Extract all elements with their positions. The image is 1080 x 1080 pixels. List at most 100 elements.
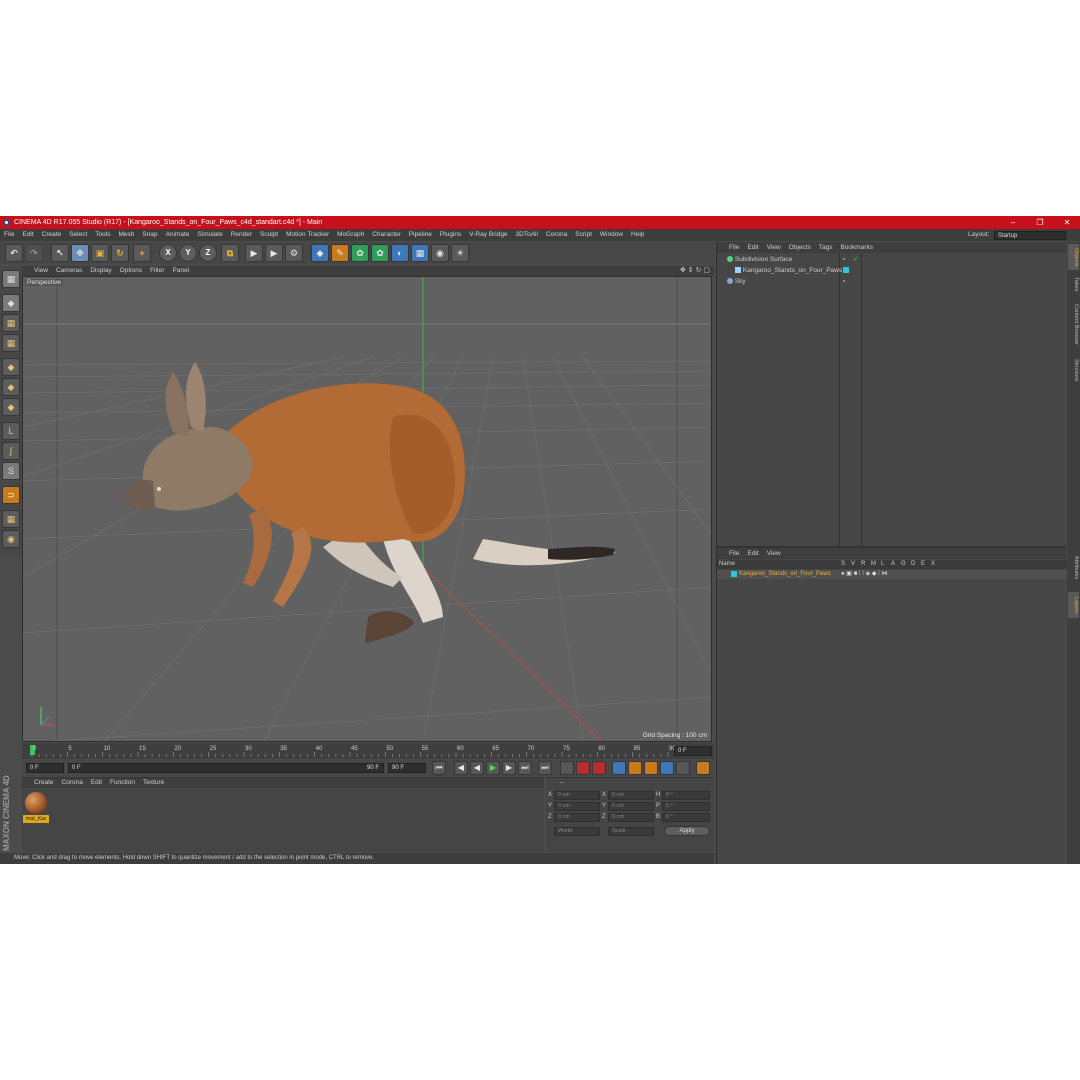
y-axis-lock-button[interactable]: Y (179, 244, 197, 262)
layout-dropdown[interactable]: Startup (994, 231, 1066, 240)
goto-end-button[interactable]: ⏭ (538, 761, 552, 775)
viewport-menu-panel[interactable]: Panel (169, 266, 194, 276)
col-xref[interactable]: X (931, 560, 935, 569)
col-view[interactable]: V (851, 560, 855, 569)
menu-pipeline[interactable]: Pipeline (405, 229, 436, 241)
motion-path-icon[interactable] (560, 761, 574, 775)
x-axis-lock-button[interactable]: X (159, 244, 177, 262)
minimize-button[interactable]: – (1000, 216, 1026, 229)
om-menu-objects[interactable]: Objects (785, 242, 815, 253)
object-row-subdivision-surface[interactable]: Subdivision Surface ▪ ✓ (717, 254, 1067, 265)
menu-mesh[interactable]: Mesh (114, 229, 138, 241)
enabled-check-icon[interactable]: ✓ (853, 254, 858, 265)
workplane-icon[interactable]: ▦ (2, 510, 20, 528)
col-generators[interactable]: G (901, 560, 906, 569)
key-position-icon[interactable] (612, 761, 626, 775)
step-back-button[interactable]: ◀ (470, 761, 484, 775)
cube-primitive-icon[interactable]: ◆ (311, 244, 329, 262)
position-x-field[interactable]: 0 cm (554, 791, 600, 800)
col-expressions[interactable]: E (921, 560, 925, 569)
menu-file[interactable]: File (0, 229, 18, 241)
edges-mode-icon[interactable]: ◆ (2, 378, 20, 396)
material-thumbnail[interactable] (25, 792, 47, 814)
pen-spline-icon[interactable]: ✎ (331, 244, 349, 262)
menu-corona[interactable]: Corona (542, 229, 571, 241)
col-solo[interactable]: S (841, 560, 845, 569)
snap-icon[interactable]: S (2, 462, 20, 480)
om-menu-bookmarks[interactable]: Bookmarks (836, 242, 877, 253)
start-frame-field[interactable]: 0 F (26, 763, 64, 773)
om-menu-tags[interactable]: Tags (815, 242, 837, 253)
autokey-icon[interactable] (592, 761, 606, 775)
om-menu-file[interactable]: File (725, 242, 743, 253)
menu-3dtoall[interactable]: 3DToAll (512, 229, 542, 241)
redo-icon[interactable]: ↷ (25, 244, 43, 262)
key-parameter-icon[interactable] (660, 761, 674, 775)
col-locked[interactable]: L (881, 560, 884, 569)
coordinate-mode-dropdown[interactable]: World (554, 827, 600, 836)
key-pla-icon[interactable] (676, 761, 690, 775)
layer-flags-icon[interactable]: ● ▣ ■ ⁞ ⁞ ◈ ◆ ⁞ ⋈ (841, 570, 887, 579)
texture-mode-icon[interactable]: ▦ (2, 314, 20, 332)
current-frame-field[interactable]: 0 F (674, 746, 712, 756)
rotation-b-field[interactable]: 0 ° (662, 813, 710, 822)
material-menu-corona[interactable]: Corona (58, 778, 87, 788)
layer-row-kangaroo[interactable]: Kangaroo_Stands_on_Four_Paws ● ▣ ■ ⁞ ⁞ ◈… (717, 570, 1067, 579)
menu-select[interactable]: Select (65, 229, 91, 241)
tab-content-browser[interactable]: Content Browser (1068, 298, 1079, 350)
size-x-field[interactable]: 0 cm (608, 791, 654, 800)
cloner-icon[interactable]: ✿ (371, 244, 389, 262)
axis-mode-icon[interactable]: L (2, 422, 20, 440)
play-button[interactable]: ▶ (486, 761, 500, 775)
viewport-menu-options[interactable]: Options (116, 266, 146, 276)
end-frame-field[interactable]: 90 F (388, 763, 426, 773)
viewport-nav-icons[interactable]: ✥ ⇕ ↻ ▢ (680, 266, 710, 276)
menu-render[interactable]: Render (227, 229, 256, 241)
frame-range-slider[interactable]: 0 F 90 F (68, 763, 384, 773)
col-deformers[interactable]: D (911, 560, 915, 569)
tweak-mode-icon[interactable]: ∫ (2, 442, 20, 460)
menu-help[interactable]: Help (627, 229, 648, 241)
coordinate-system-icon[interactable]: ⧉ (221, 244, 239, 262)
record-key-icon[interactable] (576, 761, 590, 775)
menu-window[interactable]: Window (596, 229, 627, 241)
menu-animate[interactable]: Animate (162, 229, 194, 241)
menu-motion-tracker[interactable]: Motion Tracker (282, 229, 333, 241)
position-y-field[interactable]: 0 cm (554, 802, 600, 811)
material-menu-texture[interactable]: Texture (139, 778, 168, 788)
key-rotation-icon[interactable] (644, 761, 658, 775)
render-settings-icon[interactable]: ⚙ (285, 244, 303, 262)
om-menu-view[interactable]: View (763, 242, 785, 253)
select-tool-icon[interactable]: ↖ (51, 244, 69, 262)
apply-button[interactable]: Apply (664, 826, 710, 836)
light-icon[interactable]: ☀ (451, 244, 469, 262)
col-render[interactable]: R (861, 560, 865, 569)
make-editable-icon[interactable]: ▦ (2, 270, 20, 288)
move-tool-icon[interactable]: ✥ (71, 244, 89, 262)
object-row-kangaroo[interactable]: Kangaroo_Stands_on_Four_Paws (717, 265, 1067, 276)
col-animation[interactable]: A (891, 560, 895, 569)
points-mode-icon[interactable]: ◆ (2, 358, 20, 376)
lm-menu-file[interactable]: File (725, 548, 743, 559)
layer-name[interactable]: Kangaroo_Stands_on_Four_Paws (739, 570, 831, 579)
render-region-icon[interactable]: ▶ (245, 244, 263, 262)
camera-icon[interactable]: ◉ (431, 244, 449, 262)
menu-edit[interactable]: Edit (18, 229, 37, 241)
menu-character[interactable]: Character (368, 229, 405, 241)
goto-next-key-button[interactable]: ⏭ (518, 761, 532, 775)
menu-script[interactable]: Script (571, 229, 596, 241)
tab-attributes[interactable]: Attributes (1068, 548, 1079, 588)
undo-icon[interactable]: ↶ (5, 244, 23, 262)
close-button[interactable]: ✕ (1054, 216, 1080, 229)
size-z-field[interactable]: 0 cm (608, 813, 654, 822)
floor-icon[interactable]: ▦ (411, 244, 429, 262)
subdivision-surface-icon[interactable]: ✿ (351, 244, 369, 262)
scale-tool-icon[interactable]: ▣ (91, 244, 109, 262)
polygons-mode-icon[interactable]: ◆ (2, 398, 20, 416)
visibility-dots-icon[interactable]: ▪ (843, 276, 845, 287)
size-mode-dropdown[interactable]: Scale (608, 827, 654, 836)
layer-color-icon[interactable] (843, 267, 849, 273)
rotation-p-field[interactable]: 0 ° (662, 802, 710, 811)
maximize-button[interactable]: ❐ (1027, 216, 1053, 229)
perspective-viewport[interactable]: Perspective Grid Spacing : 100 cm (22, 276, 712, 742)
